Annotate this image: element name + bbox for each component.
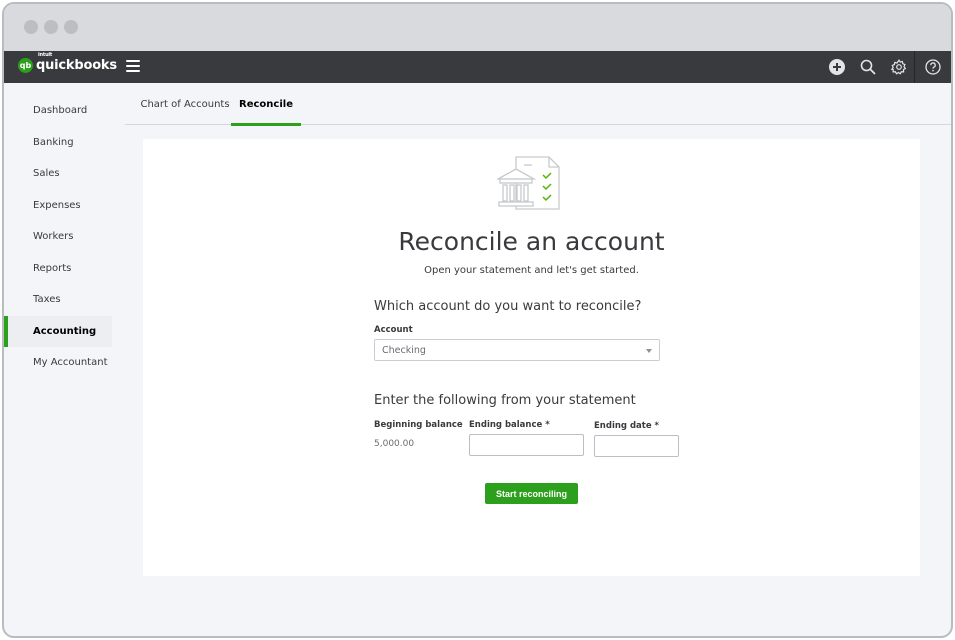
sidebar: Dashboard Banking Sales Expenses Workers… [4, 83, 129, 636]
sidebar-item-workers[interactable]: Workers [4, 221, 129, 253]
window-maximize-button[interactable] [64, 20, 78, 34]
logo-intuit-text: intuit [38, 52, 53, 58]
tab-bar: Chart of Accounts Reconcile [125, 83, 951, 126]
hamburger-menu-icon[interactable] [126, 60, 140, 72]
account-select[interactable]: Checking [374, 339, 660, 361]
chevron-down-icon [646, 349, 652, 353]
search-icon[interactable] [852, 51, 883, 83]
qb-logo-icon: qb [18, 58, 33, 73]
logo-text: quickbooks [36, 58, 117, 73]
sidebar-item-my-accountant[interactable]: My Accountant [4, 347, 129, 379]
window-minimize-button[interactable] [44, 20, 58, 34]
sidebar-item-accounting[interactable]: Accounting [4, 315, 112, 347]
app-window: qb intuit quickbooks Dashboard Banking S… [2, 2, 953, 638]
sidebar-item-taxes[interactable]: Taxes [4, 284, 129, 316]
beginning-balance-value: 5,000.00 [374, 439, 415, 449]
page-subtitle: Open your statement and let's get starte… [424, 265, 639, 276]
gear-icon[interactable] [883, 51, 914, 83]
page-title: Reconcile an account [398, 227, 665, 256]
beginning-balance-label: Beginning balance [374, 420, 463, 430]
window-close-button[interactable] [24, 20, 38, 34]
reconcile-card: Reconcile an account Open your statement… [143, 139, 920, 576]
window-titlebar [4, 4, 951, 51]
statement-section-heading: Enter the following from your statement [374, 393, 636, 408]
ending-date-label: Ending date * [594, 421, 660, 431]
help-icon[interactable] [914, 51, 951, 83]
sidebar-item-reports[interactable]: Reports [4, 253, 129, 285]
ending-balance-input[interactable] [469, 434, 584, 456]
start-reconciling-button[interactable]: Start reconciling [485, 483, 578, 504]
top-navigation-bar: qb intuit quickbooks [4, 51, 951, 83]
tab-chart-of-accounts[interactable]: Chart of Accounts [133, 83, 237, 125]
bank-statement-icon [495, 155, 565, 215]
ending-balance-label: Ending balance * [469, 420, 550, 430]
account-select-value: Checking [382, 344, 426, 356]
sidebar-item-banking[interactable]: Banking [4, 127, 129, 159]
account-section-heading: Which account do you want to reconcile? [374, 299, 642, 314]
sidebar-item-expenses[interactable]: Expenses [4, 190, 129, 222]
sidebar-item-sales[interactable]: Sales [4, 158, 129, 190]
account-label: Account [374, 325, 413, 335]
quickbooks-logo[interactable]: qb intuit quickbooks [18, 52, 117, 73]
ending-date-input[interactable] [594, 435, 679, 457]
sidebar-item-dashboard[interactable]: Dashboard [4, 95, 129, 127]
tab-reconcile[interactable]: Reconcile [231, 83, 301, 126]
plus-icon[interactable] [821, 51, 852, 83]
